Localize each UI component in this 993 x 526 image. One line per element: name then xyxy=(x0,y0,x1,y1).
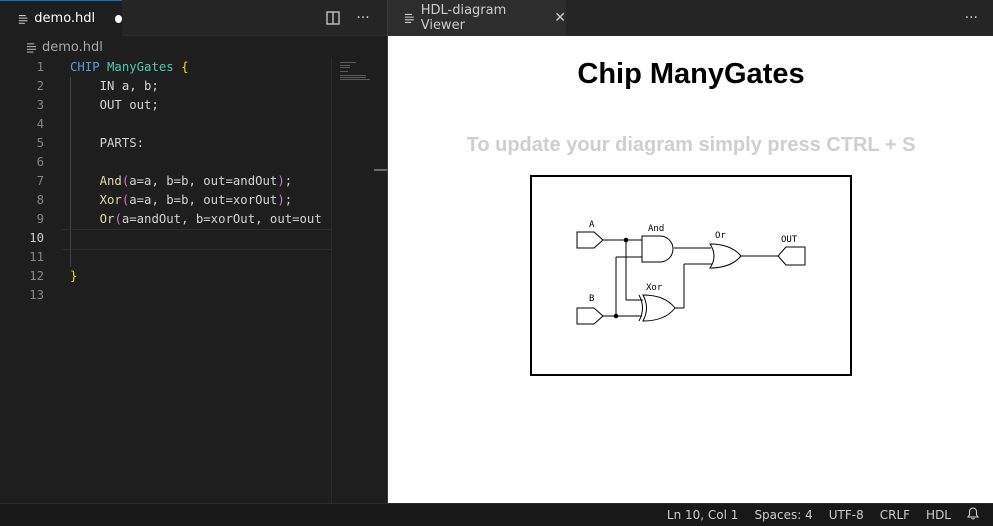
code-line[interactable]: 8 Xor(a=a, b=b, out=xorOut); xyxy=(0,191,332,210)
file-lines-icon xyxy=(18,14,28,24)
output-label: OUT xyxy=(781,235,798,245)
xor-gate xyxy=(642,294,676,322)
more-actions-icon[interactable]: ··· xyxy=(965,10,978,26)
tab-demo-hdl[interactable]: demo.hdl xyxy=(0,0,122,36)
input-a-label: A xyxy=(589,220,595,230)
indentation[interactable]: Spaces: 4 xyxy=(746,508,820,522)
code-line[interactable]: 4 xyxy=(0,115,332,134)
code-line[interactable]: 12} xyxy=(0,267,332,286)
unsaved-dot-icon[interactable] xyxy=(115,14,122,23)
file-lines-icon xyxy=(26,42,37,53)
breadcrumb[interactable]: demo.hdl xyxy=(26,38,103,56)
code-line[interactable]: 6 xyxy=(0,153,332,172)
diagram-viewer-pane: HDL-diagram Viewer ✕ ··· Chip ManyGates … xyxy=(387,0,993,503)
and-gate-label: And xyxy=(648,224,664,234)
line-number: 8 xyxy=(36,193,44,207)
or-gate-label: Or xyxy=(715,231,726,241)
code-line[interactable]: 7 And(a=a, b=b, out=andOut); xyxy=(0,172,332,191)
code-text: IN a, b; xyxy=(70,79,159,93)
line-number: 10 xyxy=(29,231,44,245)
code-line[interactable]: 5 PARTS: xyxy=(0,134,332,153)
code-line[interactable]: 3 OUT out; xyxy=(0,96,332,115)
breadcrumb-file: demo.hdl xyxy=(42,39,103,55)
viewer-tab-bar: HDL-diagram Viewer ✕ ··· xyxy=(388,0,993,36)
line-number: 5 xyxy=(36,136,44,150)
input-b-pin xyxy=(576,307,604,325)
code-line[interactable]: 13 xyxy=(0,286,332,305)
code-editor[interactable]: 1 CHIP ManyGates {2 IN a, b; 3 OUT out; 4 5 … xyxy=(0,58,332,503)
line-number: 4 xyxy=(36,117,44,131)
split-editor-icon[interactable] xyxy=(325,10,341,26)
or-gate xyxy=(709,243,742,269)
page-title: Chip ManyGates xyxy=(577,58,805,90)
close-icon[interactable]: ✕ xyxy=(554,10,566,26)
editor-tab-bar: demo.hdl ··· xyxy=(0,0,387,36)
tab-label: demo.hdl xyxy=(34,11,96,26)
line-number: 12 xyxy=(29,269,44,283)
file-lines-icon xyxy=(404,13,414,24)
line-endings[interactable]: CRLF xyxy=(872,508,918,522)
line-number: 7 xyxy=(36,174,44,188)
code-text: Or(a=andOut, b=xorOut, out=out xyxy=(99,212,322,226)
line-number: 9 xyxy=(36,212,44,226)
tab-label: HDL-diagram Viewer xyxy=(420,3,507,33)
language-mode[interactable]: HDL xyxy=(918,508,959,522)
code-text: CHIP ManyGates { xyxy=(70,60,189,74)
code-line[interactable]: 10 xyxy=(0,229,332,250)
status-bar: Ln 10, Col 1 Spaces: 4 UTF-8 CRLF HDL xyxy=(0,503,993,526)
encoding[interactable]: UTF-8 xyxy=(821,508,872,522)
code-text: } xyxy=(70,269,78,283)
code-text: OUT out; xyxy=(70,98,159,112)
junction-dot xyxy=(623,237,629,243)
code-line[interactable]: 2 IN a, b; xyxy=(0,77,332,96)
editor-pane: demo.hdl ··· demo.hdl 1 CHIP ManyGates { 2… xyxy=(0,0,387,503)
code-text: Xor(a=a, b=b, out=xorOut); xyxy=(99,193,293,207)
more-actions-icon[interactable]: ··· xyxy=(355,10,371,26)
and-gate xyxy=(641,235,674,263)
output-pin xyxy=(777,246,806,266)
code-text: And(a=a, b=b, out=andOut); xyxy=(99,174,293,188)
circuit-diagram: A B And Xor Or OUT xyxy=(530,175,852,376)
code-line[interactable]: 1 CHIP ManyGates { xyxy=(0,58,332,77)
cursor-position[interactable]: Ln 10, Col 1 xyxy=(659,508,747,522)
input-a-pin xyxy=(576,231,604,249)
junction-dot xyxy=(613,313,619,319)
line-number: 13 xyxy=(29,288,44,302)
minimap[interactable] xyxy=(331,58,387,503)
bell-icon[interactable] xyxy=(959,507,980,523)
xor-gate-label: Xor xyxy=(646,283,663,293)
code-line[interactable]: 9 Or(a=andOut, b=xorOut, out=out xyxy=(0,210,332,229)
scrollbar-marker[interactable] xyxy=(374,169,387,171)
tab-hdl-diagram-viewer[interactable]: HDL-diagram Viewer ✕ xyxy=(388,0,566,36)
line-number: 3 xyxy=(36,98,44,112)
input-b-label: B xyxy=(589,294,594,304)
code-text: PARTS: xyxy=(70,136,145,150)
code-line[interactable]: 11 xyxy=(0,248,332,267)
line-number: 6 xyxy=(36,155,44,169)
line-number: 11 xyxy=(29,250,44,264)
line-number: 1 xyxy=(36,60,44,74)
update-hint: To update your diagram simply press CTRL… xyxy=(466,134,916,156)
line-number: 2 xyxy=(36,79,44,93)
